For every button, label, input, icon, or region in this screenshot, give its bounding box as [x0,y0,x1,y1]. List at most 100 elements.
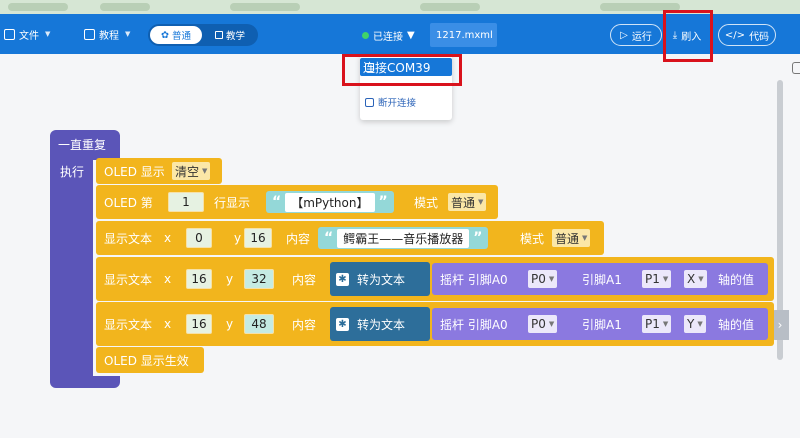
mode-normal-button[interactable]: ✿ 普通 [150,26,202,44]
joystick-block[interactable]: 摇杆 引脚A0 P0 ▼ 引脚A1 P1 ▼ Y ▼ 轴的值 [432,308,768,340]
forever-label: 一直重复 [58,138,107,152]
flash-button[interactable]: ⤓ 刷入 [664,24,710,46]
x-input[interactable]: 0 [186,228,212,248]
chevron-down-icon: ▼ [662,320,669,328]
disconnect-label: 断开连接 [378,98,417,109]
chevron-down-icon: ▼ [697,320,703,328]
show-text-label: 显示文本 [104,317,153,332]
y-input[interactable]: 16 [244,228,272,248]
flash-label: 刷入 [681,31,702,43]
mode-teach-button[interactable]: 教学 [206,26,254,44]
chevron-down-icon: ▼ [582,234,588,242]
text-string[interactable]: “ 鳄霸王——音乐播放器 ” [318,227,489,249]
show-text-block-1[interactable]: 显示文本 x 0 y 16 内容 “ 鳄霸王——音乐播放器 ” 模式 普通 ▼ [96,221,604,255]
disconnect-item[interactable]: 断开连接 [360,90,452,114]
pin-a1-label: 引脚A1 [582,317,622,332]
row-number-input[interactable]: 1 [168,192,204,212]
chevron-down-icon: ▼ [125,30,131,38]
play-icon: ▷ [620,29,628,41]
pin-a0-value: P0 [531,272,546,286]
mode-normal-label: 普通 [171,31,191,42]
run-button[interactable]: ▷ 运行 [610,24,662,46]
gear-icon[interactable]: ✱ [336,317,349,331]
y-label: y [226,272,234,286]
oled-row-prefix: OLED 第 [104,195,153,210]
x-label: x [164,317,172,331]
browser-bookmark [8,3,68,11]
oled-apply-block[interactable]: OLED 显示生效 [96,347,204,373]
chevron-down-icon: ▼ [478,198,484,206]
tutorial-label: 教程 [99,30,119,42]
row-number-value: 1 [182,195,190,209]
oled-row-block[interactable]: OLED 第 1 行显示 “ 【mPython】 ” 模式 普通 ▼ [96,185,498,219]
axis-value-label: 轴的值 [718,317,755,332]
quote-close-icon: ” [473,230,483,246]
y-value: 16 [250,231,266,245]
pin-a0-dropdown[interactable]: P0 ▼ [528,270,558,288]
y-input[interactable]: 48 [244,314,274,334]
exec-label: 执行 [60,165,85,179]
palette-icon: ✿ [161,29,169,41]
tutorial-menu[interactable]: 教程 ▼ [84,25,130,43]
unlink-icon [365,97,374,107]
mode-teach-label: 教学 [225,31,245,42]
run-label: 运行 [631,31,652,43]
to-text-label: 转为文本 [357,272,406,287]
axis-value-label: 轴的值 [718,272,755,287]
panel-edge-icon[interactable] [792,62,800,74]
clear-dropdown[interactable]: 清空 ▼ [172,162,211,180]
y-label: y [226,317,234,331]
mode-toggle[interactable]: ✿ 普通 教学 [148,24,258,46]
row-text-string[interactable]: “ 【mPython】 ” [266,191,394,213]
connection-menu[interactable]: 已连接 ▼ [362,24,422,46]
book-icon [84,28,95,40]
x-value: 16 [191,272,207,286]
port-icon [365,62,374,72]
teach-icon [214,31,223,39]
file-menu[interactable]: 文件 ▼ [4,25,50,43]
axis-dropdown[interactable]: X ▼ [684,270,707,288]
pin-a0-dropdown[interactable]: P0 ▼ [528,315,558,333]
x-value: 0 [195,231,203,245]
oled-show-label: OLED 显示 [104,164,165,179]
browser-strip [0,0,800,14]
axis-dropdown[interactable]: Y ▼ [684,315,706,333]
pin-a1-dropdown[interactable]: P1 ▼ [642,315,672,333]
mode-dropdown[interactable]: 普通 ▼ [448,193,487,211]
code-icon: </> [724,29,746,41]
chevron-down-icon: ▼ [662,275,669,283]
file-label: 文件 [19,30,39,42]
pin-a1-label: 引脚A1 [582,272,622,287]
y-input[interactable]: 32 [244,269,274,289]
joystick-label: 摇杆 引脚A0 [440,272,508,287]
gear-icon[interactable]: ✱ [336,272,349,286]
y-label: y [234,231,242,245]
oled-clear-block[interactable]: OLED 显示 清空 ▼ [96,158,222,184]
x-input[interactable]: 16 [186,269,212,289]
x-label: x [164,272,172,286]
content-label: 内容 [292,317,317,332]
show-text-block-2[interactable]: 显示文本 x 16 y 32 内容 ✱ 转为文本 摇杆 引脚A0 P0 ▼ 引脚A… [96,257,774,301]
to-text-block[interactable]: ✱ 转为文本 [330,262,430,296]
pin-a1-dropdown[interactable]: P1 ▼ [642,270,672,288]
code-label: 代码 [749,31,770,43]
connection-status: 已连接 [373,31,403,43]
connect-com-item[interactable]: 连接COM39 [360,58,452,76]
mode-label: 模式 [414,195,439,210]
chevron-down-icon: ▼ [202,167,208,175]
x-input[interactable]: 16 [186,314,212,334]
show-text-block-3[interactable]: 显示文本 x 16 y 48 内容 ✱ 转为文本 摇杆 引脚A0 P0 ▼ 引脚A… [96,302,774,346]
text-value: 鳄霸王——音乐播放器 [337,228,470,248]
x-value: 16 [191,317,207,331]
joystick-block[interactable]: 摇杆 引脚A0 P0 ▼ 引脚A1 P1 ▼ X ▼ 轴的值 [432,263,768,295]
pin-a1-value: P1 [645,272,660,286]
mode-value: 普通 [451,195,476,210]
oled-apply-label: OLED 显示生效 [104,353,189,368]
mode-dropdown[interactable]: 普通 ▼ [552,229,591,247]
to-text-block[interactable]: ✱ 转为文本 [330,307,430,341]
quote-open-icon: “ [324,230,334,246]
mode-value: 普通 [555,231,580,246]
browser-bookmark [230,3,300,11]
code-button[interactable]: </> 代码 [718,24,776,46]
filename-field[interactable]: 1217.mxml [430,23,497,47]
